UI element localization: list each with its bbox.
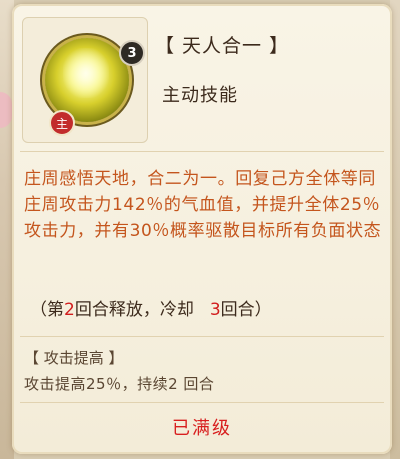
skill-description: 庄周感悟天地，合二为一。回复己方全体等同庄周攻击力142％的气血值，并提升全体2…	[24, 169, 382, 241]
max-level-status: 已满级	[172, 418, 232, 439]
divider-bottom	[20, 402, 384, 403]
cooldown-suffix: 回合）	[220, 300, 272, 320]
skill-title: 【 天人合一 】	[155, 35, 290, 57]
main-skill-badge: 主	[49, 110, 75, 136]
cooldown-middle: 回合释放，冷却	[74, 300, 194, 320]
cooldown-prefix: （第	[30, 300, 64, 320]
lotus-glow-icon	[63, 48, 109, 98]
skill-level-badge: 3	[119, 40, 145, 66]
divider-top	[20, 151, 384, 152]
release-round: 2	[64, 300, 75, 320]
skill-type: 主动技能	[162, 85, 238, 106]
cooldown-rounds: 3	[209, 300, 221, 320]
buff-name: 【 攻击提高 】	[24, 349, 124, 367]
divider-middle	[20, 336, 384, 337]
cooldown-info: （第2回合释放，冷却 3回合）	[30, 295, 272, 320]
skill-tooltip-card: 3 主 【 天人合一 】 主动技能 庄周感悟天地，合二为一。回复己方全体等同庄周…	[12, 4, 392, 454]
skill-icon-frame: 3 主	[22, 17, 148, 143]
buff-description: 攻击提高25％，持续2 回合	[24, 375, 215, 393]
